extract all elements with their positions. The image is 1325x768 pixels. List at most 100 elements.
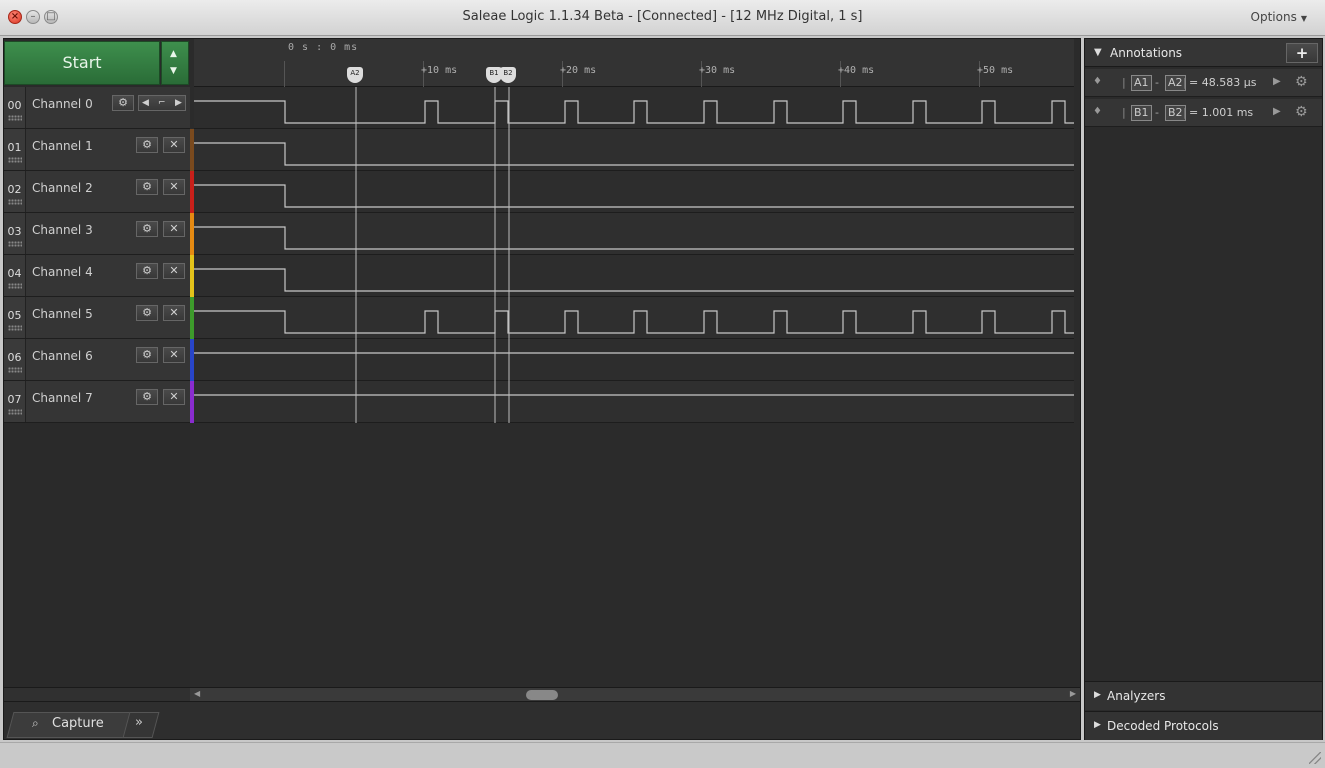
channel-name[interactable]: Channel 5 xyxy=(32,307,93,321)
channel-number: 03 xyxy=(4,213,26,254)
trigger-prev-icon[interactable]: ◀ xyxy=(142,96,149,110)
channel-remove-button[interactable]: ✕ xyxy=(163,179,185,195)
separator: - xyxy=(1155,76,1159,89)
analyzers-title: Analyzers xyxy=(1107,689,1166,703)
pin-icon[interactable]: ♦ xyxy=(1093,106,1102,117)
channel-row[interactable]: 06 Channel 6 ⚙ ✕ xyxy=(4,339,190,381)
channel-settings-button[interactable]: ⚙ xyxy=(112,95,134,111)
channel-remove-button[interactable]: ✕ xyxy=(163,263,185,279)
gear-icon[interactable]: ⚙ xyxy=(1295,104,1308,120)
channel-remove-button[interactable]: ✕ xyxy=(163,389,185,405)
close-icon: ✕ xyxy=(169,180,179,193)
channel-row[interactable]: 03 Channel 3 ⚙ ✕ xyxy=(4,213,190,255)
main-panel: Start ▲ ▼ 00 Channel 0 ⚙ ◀ ⌐ ▶ 01 Channe… xyxy=(3,38,1081,740)
annotations-header[interactable]: ▼ Annotations + xyxy=(1085,39,1322,67)
drag-handle-icon[interactable] xyxy=(8,367,22,373)
channel-settings-button[interactable]: ⚙ xyxy=(136,137,158,153)
tick-label: +50 ms xyxy=(977,65,1014,76)
analyzers-section[interactable]: ▶ Analyzers xyxy=(1085,681,1322,710)
channel-row[interactable]: 07 Channel 7 ⚙ ✕ xyxy=(4,381,190,423)
channel-name[interactable]: Channel 7 xyxy=(32,391,93,405)
channel-remove-button[interactable]: ✕ xyxy=(163,137,185,153)
drag-handle-icon[interactable] xyxy=(8,325,22,331)
channel-settings-button[interactable]: ⚙ xyxy=(136,305,158,321)
gear-icon: ⚙ xyxy=(142,180,152,193)
start-button[interactable]: Start xyxy=(4,41,160,85)
gear-icon[interactable]: ⚙ xyxy=(1295,74,1308,90)
drag-handle-icon[interactable] xyxy=(8,157,22,163)
channel-remove-button[interactable]: ✕ xyxy=(163,305,185,321)
channel-number-label: 04 xyxy=(7,267,22,280)
channel-row[interactable]: 05 Channel 5 ⚙ ✕ xyxy=(4,297,190,339)
tick-label: +40 ms xyxy=(838,65,875,76)
drag-handle-icon[interactable] xyxy=(8,283,22,289)
scroll-right-icon[interactable]: ▶ xyxy=(1070,689,1076,698)
waveform-area[interactable] xyxy=(194,87,1074,424)
timeline-ruler[interactable]: 0 s : 0 ms +10 ms +20 ms +30 ms +40 ms +… xyxy=(194,39,1074,87)
channel-name[interactable]: Channel 4 xyxy=(32,265,93,279)
timeline-origin: 0 s : 0 ms xyxy=(288,42,359,53)
drag-handle-icon[interactable] xyxy=(8,115,22,121)
resize-grip-icon[interactable] xyxy=(1309,752,1321,764)
marker-b2[interactable]: B2 xyxy=(500,67,516,83)
channel-settings-button[interactable]: ⚙ xyxy=(136,263,158,279)
channel-name[interactable]: Channel 1 xyxy=(32,139,93,153)
options-label: Options xyxy=(1250,10,1297,24)
play-icon[interactable]: ▶ xyxy=(1273,76,1281,87)
channel-number-label: 02 xyxy=(7,183,22,196)
channel-name[interactable]: Channel 0 xyxy=(32,97,93,111)
channel-number: 01 xyxy=(4,129,26,170)
channel-row[interactable]: 01 Channel 1 ⚙ ✕ xyxy=(4,129,190,171)
annotation-row[interactable]: ♦ | B1 - B2 | = 1.001 ms ▶ ⚙ xyxy=(1085,99,1322,127)
decoded-protocols-title: Decoded Protocols xyxy=(1107,719,1219,733)
close-icon: ✕ xyxy=(169,348,179,361)
trace-row-bg xyxy=(194,339,1074,381)
channel-number-label: 05 xyxy=(7,309,22,322)
channel-settings-button[interactable]: ⚙ xyxy=(136,179,158,195)
channel-settings-button[interactable]: ⚙ xyxy=(136,221,158,237)
title-bar: × – □ Saleae Logic 1.1.34 Beta - [Connec… xyxy=(0,0,1325,36)
channel-name[interactable]: Channel 6 xyxy=(32,349,93,363)
decoded-protocols-section[interactable]: ▶ Decoded Protocols xyxy=(1085,711,1322,740)
marker-a2[interactable]: A2 xyxy=(347,67,363,83)
channel-name[interactable]: Channel 3 xyxy=(32,223,93,237)
pin-icon[interactable]: ♦ xyxy=(1093,76,1102,87)
close-icon: ✕ xyxy=(169,390,179,403)
tick-label: +20 ms xyxy=(560,65,597,76)
add-annotation-button[interactable]: + xyxy=(1286,43,1318,63)
options-menu[interactable]: Options ▼ xyxy=(1251,10,1307,24)
channel-row[interactable]: 04 Channel 4 ⚙ ✕ xyxy=(4,255,190,297)
collapse-icon: ▼ xyxy=(1094,47,1102,58)
close-icon: ✕ xyxy=(169,138,179,151)
scroll-left-icon[interactable]: ◀ xyxy=(194,689,200,698)
drag-handle-icon[interactable] xyxy=(8,409,22,415)
channel-remove-button[interactable]: ✕ xyxy=(163,221,185,237)
channel-settings-button[interactable]: ⚙ xyxy=(136,347,158,363)
scroll-thumb[interactable] xyxy=(526,690,558,700)
annotation-row[interactable]: ♦ | A1 - A2 | = 48.583 μs ▶ ⚙ xyxy=(1085,69,1322,97)
drag-handle-icon[interactable] xyxy=(8,241,22,247)
trigger-selector[interactable]: ◀ ⌐ ▶ xyxy=(138,95,186,111)
gear-icon: ⚙ xyxy=(142,138,152,151)
annotations-title: Annotations xyxy=(1110,46,1183,60)
channel-remove-button[interactable]: ✕ xyxy=(163,347,185,363)
separator: | xyxy=(1183,76,1187,89)
trigger-edge-icon[interactable]: ⌐ xyxy=(158,96,166,110)
drag-handle-icon[interactable] xyxy=(8,199,22,205)
horizontal-scrollbar[interactable]: ◀ ▶ xyxy=(190,687,1080,701)
annotation-from-marker: B1 xyxy=(1131,105,1152,121)
channel-number-label: 07 xyxy=(7,393,22,406)
gear-icon: ⚙ xyxy=(142,264,152,277)
empty-plot-area xyxy=(194,423,1074,687)
channel-number: 02 xyxy=(4,171,26,212)
more-tabs-icon: » xyxy=(135,715,143,730)
channel-name[interactable]: Channel 2 xyxy=(32,181,93,195)
side-panel: ▼ Annotations + ♦ | A1 - A2 | = 48.583 μ… xyxy=(1084,38,1323,740)
annotation-value: = 1.001 ms xyxy=(1189,106,1254,119)
trigger-next-icon[interactable]: ▶ xyxy=(175,96,182,110)
channel-row[interactable]: 00 Channel 0 ⚙ ◀ ⌐ ▶ xyxy=(4,87,190,129)
start-options-button[interactable]: ▲ ▼ xyxy=(161,41,189,85)
channel-settings-button[interactable]: ⚙ xyxy=(136,389,158,405)
play-icon[interactable]: ▶ xyxy=(1273,106,1281,117)
channel-row[interactable]: 02 Channel 2 ⚙ ✕ xyxy=(4,171,190,213)
